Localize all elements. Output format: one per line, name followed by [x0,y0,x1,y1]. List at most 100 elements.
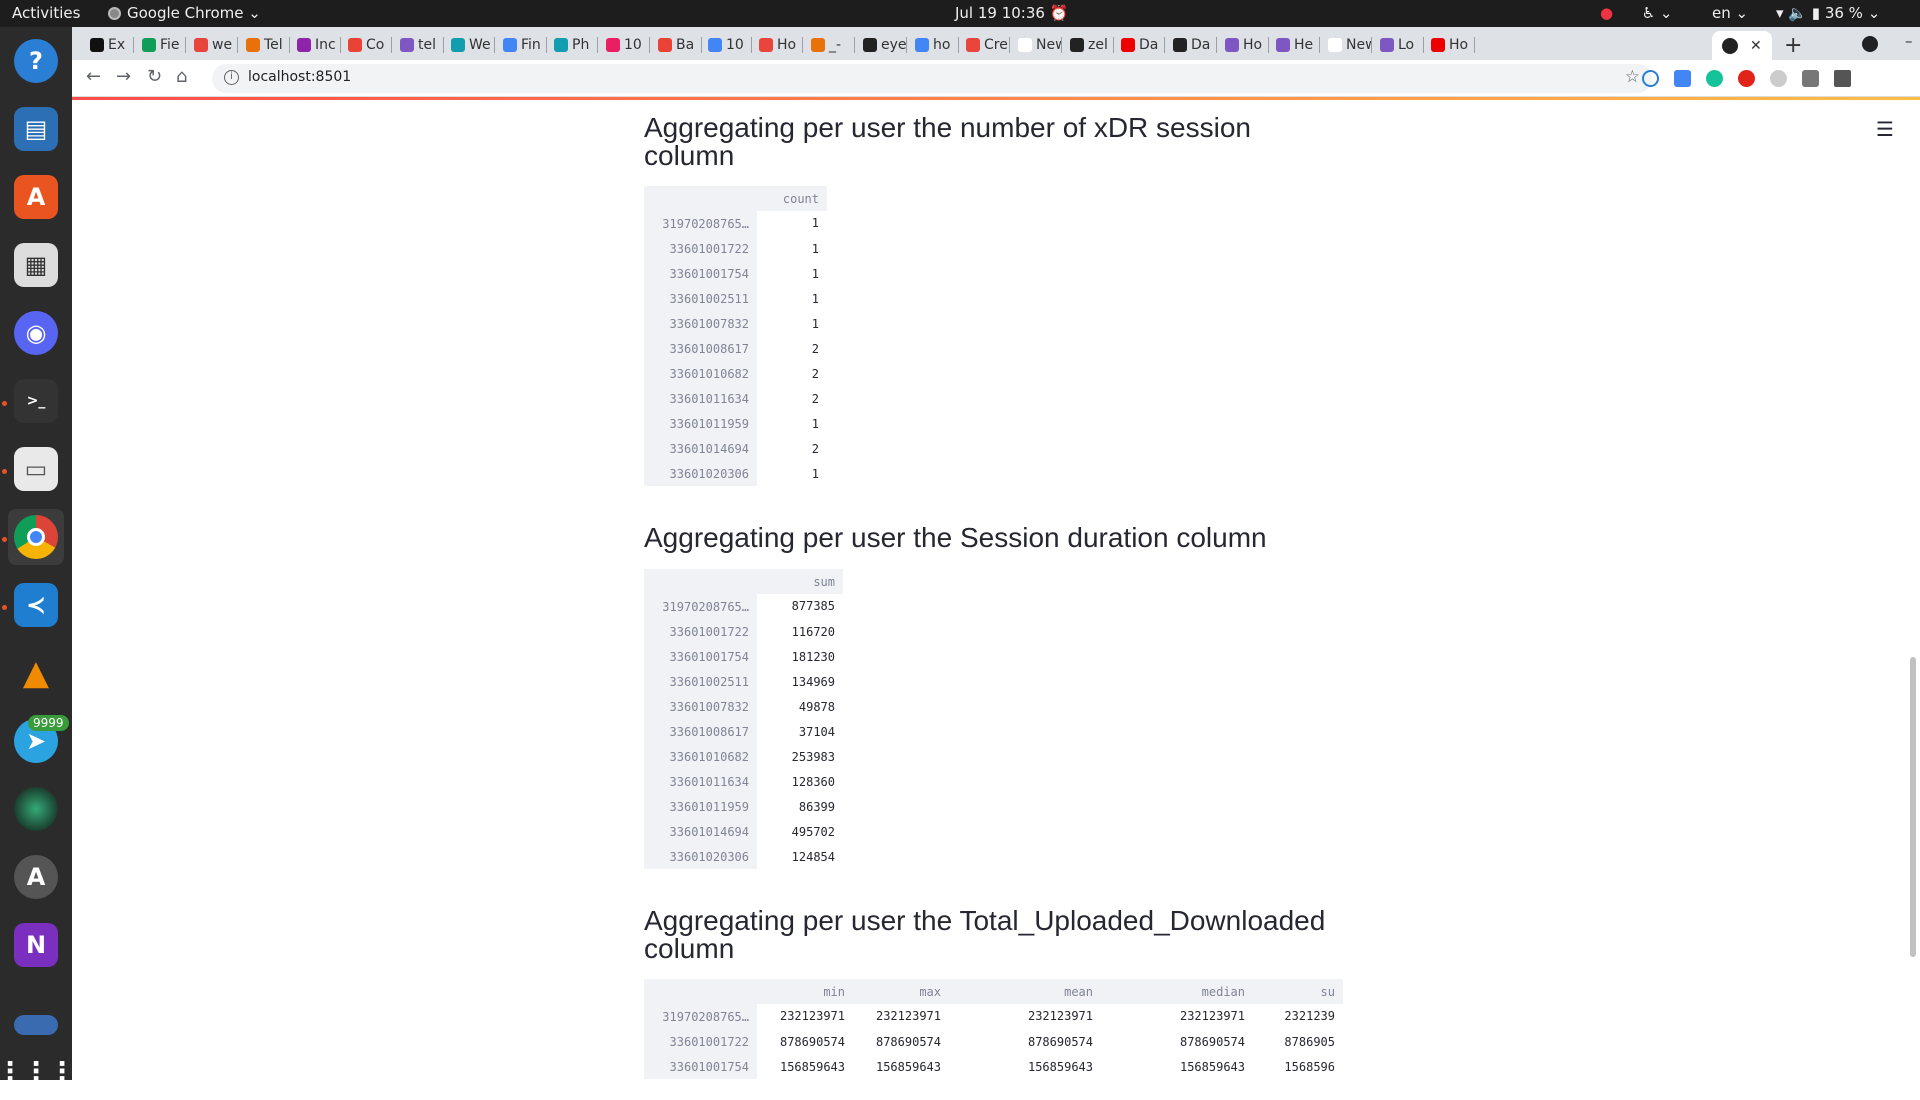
back-icon[interactable]: ← [86,66,101,87]
table-cell[interactable]: 1 [757,311,827,337]
dock-software[interactable]: A [8,849,64,905]
table-cell[interactable]: 232123971 [1101,1004,1253,1030]
close-tab-icon[interactable]: ✕ [1750,38,1762,54]
tab-5[interactable]: Co [342,31,392,59]
activities-button[interactable]: Activities [12,0,80,27]
clock[interactable]: Jul 19 10:36 ⏰ [955,0,1068,27]
dock-document-viewer[interactable]: ▦ [8,237,64,293]
home-icon[interactable]: ⌂ [176,66,187,87]
extension-translate-icon[interactable] [1674,70,1691,87]
tab-2[interactable]: we [188,31,238,59]
tab-active[interactable]: ✕ [1712,31,1772,60]
tab-21[interactable]: Da [1167,31,1217,59]
dock-discord[interactable]: ◉ [8,305,64,361]
site-info-icon[interactable]: i [224,70,239,85]
tab-10[interactable]: 10 [600,31,650,59]
table-cell[interactable]: 1 [757,211,827,237]
table-cell[interactable]: 1568596 [1253,1054,1343,1080]
dock-vlc[interactable]: ▲ [8,645,64,701]
column-header[interactable]: median [1101,979,1253,1004]
table-cell[interactable]: 156859643 [757,1054,853,1080]
tab-24[interactable]: New T [1322,31,1372,59]
column-header[interactable]: min [757,979,853,1004]
dock-files[interactable]: ▭ [8,441,64,497]
page-scrollbar[interactable] [1910,657,1916,957]
column-header[interactable]: su [1253,979,1343,1004]
grammarly-icon[interactable] [1706,70,1723,87]
new-tab-button[interactable]: + [1784,33,1802,58]
tab-1[interactable]: Fie [136,31,186,59]
table-cell[interactable]: 878690574 [1101,1029,1253,1055]
tab-25[interactable]: Lo [1374,31,1424,59]
keyboard-language[interactable]: en ⌄ [1712,0,1748,27]
table-cell[interactable]: 1 [757,411,827,437]
app-menu[interactable]: Google Chrome ⌄ [108,0,261,27]
table-cell[interactable]: 124854 [757,844,843,870]
tab-19[interactable]: zel [1064,31,1114,59]
table-cell[interactable]: 878690574 [757,1029,853,1055]
table-cell[interactable]: 8786905 [1253,1029,1343,1055]
table-cell[interactable]: 134969 [757,669,843,695]
table-cell[interactable]: 878690574 [853,1029,949,1055]
table-cell[interactable]: 2 [757,361,827,387]
address-bar[interactable]: i localhost:8501 ☆ [212,64,1652,93]
dataframe-xdr-sessions[interactable]: count 31970208765… 1 33601001722 1 3360100175… [644,186,827,487]
table-cell[interactable]: 253983 [757,744,843,770]
table-cell[interactable]: 2321239 [1253,1004,1343,1030]
tab-11[interactable]: Ba [652,31,702,59]
table-cell[interactable]: 1 [757,261,827,287]
tray-area[interactable]: ● ♿ ⌄ [1600,0,1673,27]
dock-vscode[interactable]: ≺ [8,577,64,633]
tab-12[interactable]: 10 [702,31,752,59]
table-cell[interactable]: 2 [757,386,827,412]
tab-9[interactable]: Ph [548,31,598,59]
bookmark-star-icon[interactable]: ☆ [1625,67,1640,87]
column-header[interactable]: sum [757,569,843,594]
table-cell[interactable]: 878690574 [949,1029,1101,1055]
tab-4[interactable]: Inc [291,31,341,59]
tab-22[interactable]: Ho [1219,31,1269,59]
table-cell[interactable]: 1 [757,286,827,312]
tab-18[interactable]: New T [1012,31,1062,59]
forward-icon[interactable]: → [116,66,131,87]
status-menu[interactable]: ▾ 🔈 ▮ 36 % ⌄ [1776,0,1880,27]
table-cell[interactable]: 128360 [757,769,843,795]
table-cell[interactable]: 181230 [757,644,843,670]
column-header[interactable]: max [853,979,949,1004]
table-cell[interactable]: 1 [757,236,827,262]
show-apps-button[interactable]: ⋮⋮⋮ [0,1044,75,1100]
tab-6[interactable]: tel [394,31,444,59]
table-cell[interactable]: 156859643 [853,1054,949,1080]
table-cell[interactable]: 86399 [757,794,843,820]
tab-16[interactable]: ho [909,31,959,59]
tab-3[interactable]: Tel [240,31,290,59]
dock-help[interactable]: ? [8,33,64,89]
extension-ring-icon[interactable] [1642,70,1659,87]
table-cell[interactable]: 116720 [757,619,843,645]
tab-26[interactable]: Ho [1425,31,1475,59]
table-cell[interactable]: 232123971 [853,1004,949,1030]
tab-13[interactable]: Ho [753,31,803,59]
main-menu-icon[interactable]: ☰ [1876,117,1894,141]
tab-0[interactable]: Ex [84,31,134,59]
column-header[interactable]: count [757,186,827,211]
table-cell[interactable]: 49878 [757,694,843,720]
dock-partial-app[interactable] [8,985,64,1041]
tab-search-icon[interactable] [1862,36,1878,52]
reload-icon[interactable]: ↻ [147,66,162,87]
table-cell[interactable]: 495702 [757,819,843,845]
dock-webcam[interactable] [8,781,64,837]
minimize-icon[interactable]: – [1905,32,1913,50]
table-cell[interactable]: 1 [757,461,827,487]
dock-terminal[interactable]: >_ [8,373,64,429]
tab-17[interactable]: Cre [960,31,1010,59]
table-cell[interactable]: 232123971 [757,1004,853,1030]
cloud-extension-icon[interactable] [1770,70,1787,87]
column-header[interactable]: mean [949,979,1101,1004]
table-cell[interactable]: 2 [757,336,827,362]
table-cell[interactable]: 877385 [757,594,843,620]
dock-onenote[interactable]: N [8,917,64,973]
table-cell[interactable]: 37104 [757,719,843,745]
tab-7[interactable]: We [445,31,495,59]
dataframe-total-ul-dl[interactable]: min max mean median su 31970208765… 232123971 2… [644,979,1343,1080]
